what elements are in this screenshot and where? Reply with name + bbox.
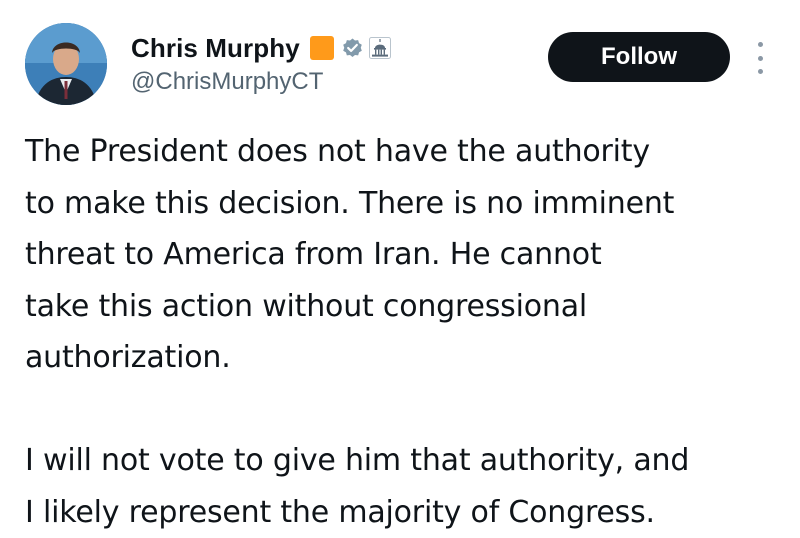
tweet-text: The President does not have the authorit… — [25, 126, 795, 538]
tweet-line: take this action without congressional — [25, 281, 795, 333]
author-name-row: Chris Murphy — [131, 31, 391, 65]
tweet-line: authorization. — [25, 332, 795, 384]
capitol-building-icon[interactable] — [369, 37, 391, 59]
verified-checkmark-icon[interactable] — [341, 37, 364, 60]
tweet-line: I likely represent the majority of Congr… — [25, 487, 795, 538]
tweet-line: The President does not have the authorit… — [25, 126, 795, 178]
orange-square-emoji-icon — [310, 36, 334, 60]
tweet-line: I will not vote to give him that authori… — [25, 435, 795, 487]
author-avatar[interactable] — [25, 23, 107, 105]
author-handle[interactable]: @ChrisMurphyCT — [131, 68, 323, 96]
tweet-line: to make this decision. There is no immin… — [25, 178, 795, 230]
tweet-card: Chris Murphy @ChrisMurphyCT Follow — [0, 0, 800, 534]
more-options-icon[interactable] — [752, 42, 768, 74]
paragraph-spacer — [25, 384, 795, 436]
author-display-name[interactable]: Chris Murphy — [131, 33, 300, 64]
tweet-line: threat to America from Iran. He cannot — [25, 229, 795, 281]
follow-button[interactable]: Follow — [548, 32, 730, 82]
